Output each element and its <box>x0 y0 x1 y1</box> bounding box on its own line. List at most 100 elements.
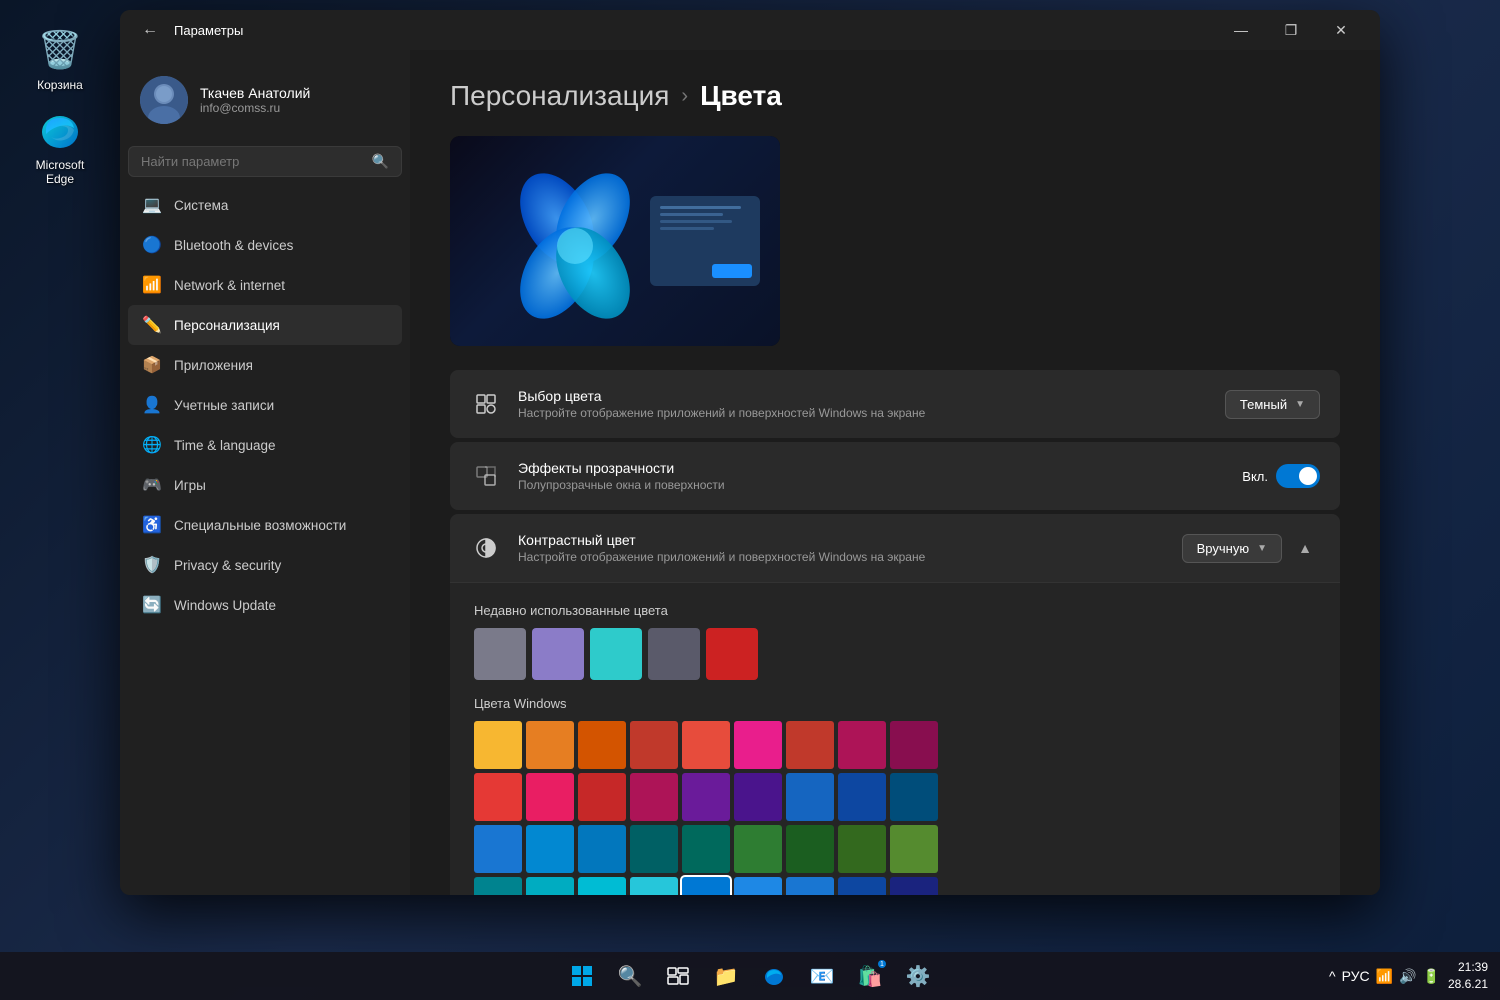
edge-taskbar-button[interactable] <box>754 956 794 996</box>
win-color-0-2[interactable] <box>578 721 626 769</box>
win-color-1-7[interactable] <box>838 773 886 821</box>
win-color-3-0[interactable] <box>474 877 522 895</box>
contrast-row[interactable]: Контрастный цвет Настройте отображение п… <box>450 514 1340 582</box>
win-color-2-5[interactable] <box>734 825 782 873</box>
gaming-label: Игры <box>174 478 388 493</box>
start-button[interactable] <box>562 956 602 996</box>
win-color-0-5[interactable] <box>734 721 782 769</box>
close-button[interactable]: ✕ <box>1318 14 1364 46</box>
win-color-1-4[interactable] <box>682 773 730 821</box>
win-color-2-3[interactable] <box>630 825 678 873</box>
apps-icon: 📦 <box>142 355 162 375</box>
recent-color-swatch-4[interactable] <box>706 628 758 680</box>
win-color-3-6[interactable] <box>786 877 834 895</box>
privacy-label: Privacy & security <box>174 558 388 573</box>
recent-colors-row <box>474 628 1316 680</box>
transparency-row[interactable]: Эффекты прозрачности Полупрозрачные окна… <box>450 442 1340 510</box>
win-color-0-6[interactable] <box>786 721 834 769</box>
sidebar-item-bluetooth[interactable]: 🔵 Bluetooth & devices <box>128 225 402 265</box>
transparency-icon <box>470 460 502 492</box>
win-color-3-5[interactable] <box>734 877 782 895</box>
time-icon: 🌐 <box>142 435 162 455</box>
color-choice-row[interactable]: Выбор цвета Настройте отображение прилож… <box>450 370 1340 438</box>
win-color-3-7[interactable] <box>838 877 886 895</box>
contrast-dropdown[interactable]: Вручную ▼ <box>1182 534 1282 563</box>
sidebar-item-accessibility[interactable]: ♿ Специальные возможности <box>128 505 402 545</box>
nav-list: 💻 Система 🔵 Bluetooth & devices 📶 Networ… <box>128 185 402 625</box>
title-bar: ← Параметры — ❐ ✕ <box>120 10 1380 50</box>
recent-color-swatch-2[interactable] <box>590 628 642 680</box>
breadcrumb-current: Цвета <box>700 80 782 112</box>
sidebar-item-update[interactable]: 🔄 Windows Update <box>128 585 402 625</box>
lang-indicator[interactable]: РУС <box>1342 968 1370 984</box>
task-view-button[interactable] <box>658 956 698 996</box>
win-color-1-1[interactable] <box>526 773 574 821</box>
chevron-up-icon[interactable]: ^ <box>1329 968 1336 984</box>
recent-color-swatch-1[interactable] <box>532 628 584 680</box>
sidebar-item-system[interactable]: 💻 Система <box>128 185 402 225</box>
network-label: Network & internet <box>174 278 388 293</box>
contrast-chevron-button[interactable]: ▲ <box>1290 533 1320 563</box>
win-color-1-8[interactable] <box>890 773 938 821</box>
sidebar-item-accounts[interactable]: 👤 Учетные записи <box>128 385 402 425</box>
desktop-icon-recycle-bin[interactable]: 🗑️ Корзина <box>20 20 100 98</box>
win-color-1-5[interactable] <box>734 773 782 821</box>
transparency-control: Вкл. <box>1242 464 1320 488</box>
win-color-0-7[interactable] <box>838 721 886 769</box>
user-profile[interactable]: Ткачев Анатолий info@comss.ru <box>128 66 402 134</box>
win-color-3-1[interactable] <box>526 877 574 895</box>
sidebar-item-apps[interactable]: 📦 Приложения <box>128 345 402 385</box>
desktop-icon-edge[interactable]: Microsoft Edge <box>20 100 100 192</box>
win-color-0-0[interactable] <box>474 721 522 769</box>
preview-mini-lines <box>656 202 754 234</box>
win-color-1-6[interactable] <box>786 773 834 821</box>
win-color-2-0[interactable] <box>474 825 522 873</box>
store-taskbar-button[interactable]: 🛍️ 1 <box>850 956 890 996</box>
win-color-1-3[interactable] <box>630 773 678 821</box>
sidebar-item-privacy[interactable]: 🛡️ Privacy & security <box>128 545 402 585</box>
system-label: Система <box>174 198 388 213</box>
win-color-3-8[interactable] <box>890 877 938 895</box>
win-color-2-6[interactable] <box>786 825 834 873</box>
sidebar-item-gaming[interactable]: 🎮 Игры <box>128 465 402 505</box>
maximize-button[interactable]: ❐ <box>1268 14 1314 46</box>
win-color-1-2[interactable] <box>578 773 626 821</box>
window-controls: — ❐ ✕ <box>1218 14 1364 46</box>
win-color-1-0[interactable] <box>474 773 522 821</box>
minimize-button[interactable]: — <box>1218 14 1264 46</box>
sidebar-item-time[interactable]: 🌐 Time & language <box>128 425 402 465</box>
breadcrumb-separator: › <box>681 85 688 108</box>
win-color-3-4[interactable]: ✓ <box>682 877 730 895</box>
contrast-expanded-panel: Недавно использованные цвета Цвета Windo… <box>450 582 1340 895</box>
color-choice-dropdown[interactable]: Темный ▼ <box>1225 390 1320 419</box>
recent-color-swatch-0[interactable] <box>474 628 526 680</box>
taskbar-time[interactable]: 21:39 28.6.21 <box>1448 959 1488 993</box>
win-color-2-4[interactable] <box>682 825 730 873</box>
settings-taskbar-button[interactable]: ⚙️ <box>898 956 938 996</box>
sidebar-item-network[interactable]: 📶 Network & internet <box>128 265 402 305</box>
win-color-0-3[interactable] <box>630 721 678 769</box>
transparency-toggle[interactable] <box>1276 464 1320 488</box>
win-color-3-3[interactable] <box>630 877 678 895</box>
sidebar-item-personalization[interactable]: ✏️ Персонализация <box>128 305 402 345</box>
win-color-2-7[interactable] <box>838 825 886 873</box>
search-taskbar-button[interactable]: 🔍 <box>610 956 650 996</box>
mail-taskbar-button[interactable]: 📧 <box>802 956 842 996</box>
win-color-2-2[interactable] <box>578 825 626 873</box>
win-color-2-8[interactable] <box>890 825 938 873</box>
taskbar-right: ^ РУС 📶 🔊 🔋 21:39 28.6.21 <box>1329 959 1488 993</box>
win-color-3-2[interactable] <box>578 877 626 895</box>
content-area: Ткачев Анатолий info@comss.ru 🔍 💻 Систем… <box>120 50 1380 895</box>
search-box: 🔍 <box>128 146 402 177</box>
win-color-0-1[interactable] <box>526 721 574 769</box>
search-input[interactable] <box>141 154 372 169</box>
explorer-button[interactable]: 📁 <box>706 956 746 996</box>
win-color-0-8[interactable] <box>890 721 938 769</box>
settings-window: ← Параметры — ❐ ✕ <box>120 10 1380 895</box>
back-button[interactable]: ← <box>136 16 164 44</box>
recent-color-swatch-3[interactable] <box>648 628 700 680</box>
accessibility-label: Специальные возможности <box>174 518 388 533</box>
win-color-0-4[interactable] <box>682 721 730 769</box>
win-color-2-1[interactable] <box>526 825 574 873</box>
edge-icon <box>36 106 84 154</box>
